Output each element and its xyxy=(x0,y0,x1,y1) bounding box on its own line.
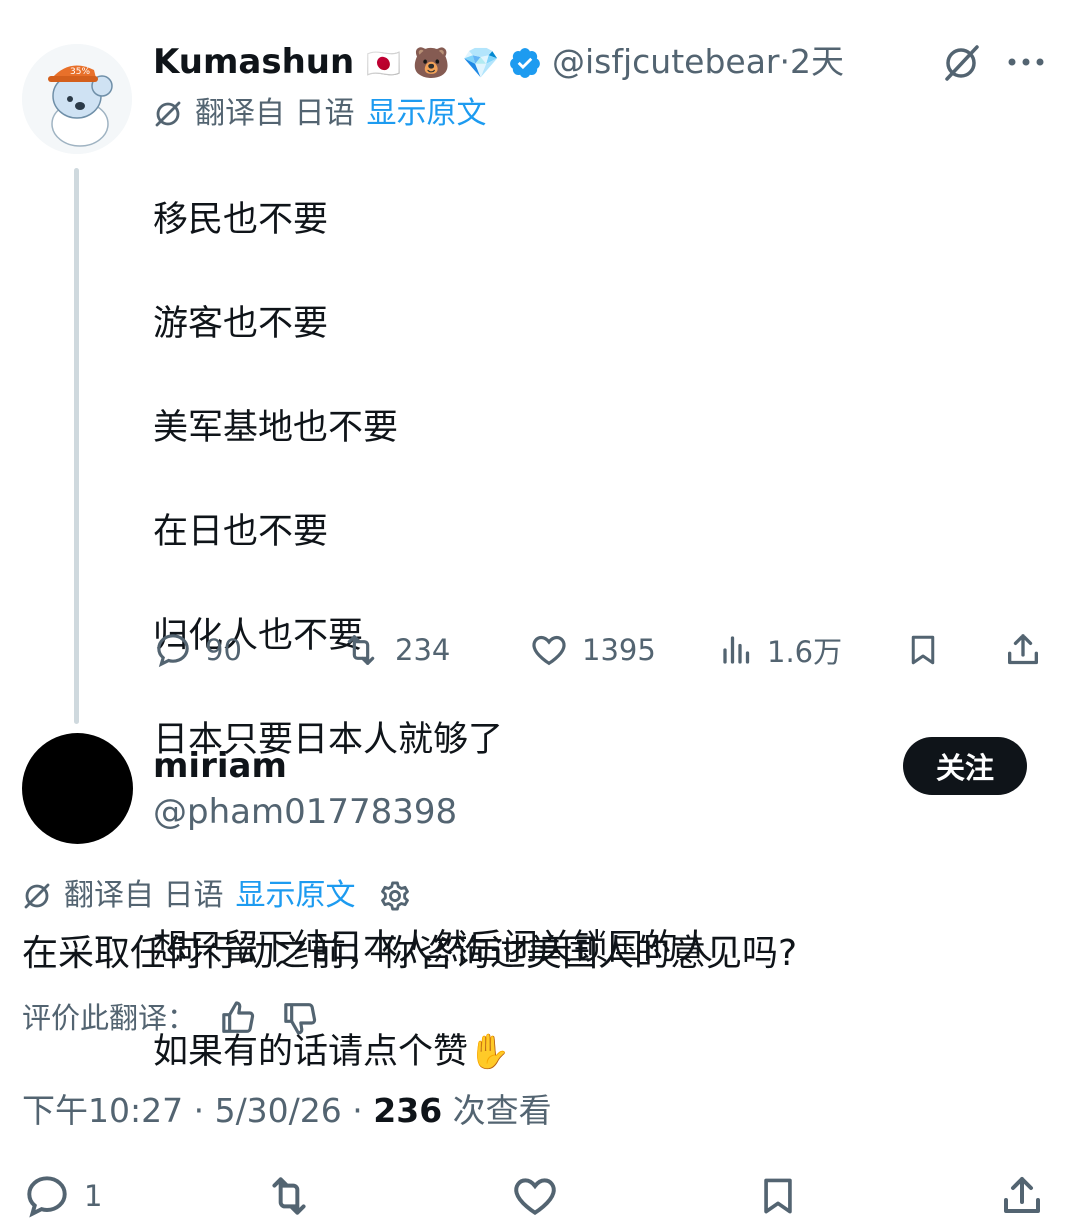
views-button[interactable]: 1.6万 xyxy=(719,622,842,678)
reply-actions: 1 xyxy=(0,1168,1070,1228)
share-button[interactable] xyxy=(1003,622,1043,678)
reply-icon xyxy=(157,634,189,668)
retweet-icon xyxy=(347,635,375,665)
settings-gear-icon[interactable] xyxy=(378,879,412,913)
reply-author-handle[interactable]: @pham01778398 xyxy=(153,790,457,834)
reply-icon xyxy=(27,1176,67,1218)
translate-icon xyxy=(22,881,52,911)
share-icon xyxy=(1004,1177,1040,1213)
thumbs-up-icon[interactable] xyxy=(218,998,258,1038)
show-original-link[interactable]: 显示原文 xyxy=(367,94,487,134)
bear-emoji-icon: 🐻 xyxy=(412,45,451,81)
reply-bookmark-button[interactable] xyxy=(756,1168,800,1224)
reply-views-label: 次查看 xyxy=(442,1091,552,1130)
bear-avatar-icon: 35% xyxy=(22,44,132,154)
reply-count: 90 xyxy=(205,633,242,667)
translation-notice: 翻译自 日语 显示原文 xyxy=(153,94,487,134)
bookmark-button[interactable] xyxy=(905,622,941,678)
reply-button[interactable]: 90 xyxy=(153,622,242,678)
author-name[interactable]: Kumashun xyxy=(153,42,354,82)
gem-emoji-icon: 💎 xyxy=(461,45,500,81)
translated-from-label: 翻译自 日语 xyxy=(195,96,355,131)
svg-text:35%: 35% xyxy=(70,67,90,77)
share-icon xyxy=(1008,634,1038,665)
reply-author-avatar[interactable] xyxy=(22,733,133,844)
reply-share-button[interactable] xyxy=(998,1168,1046,1224)
reply-text: 在采取任何行动之前，你咨询过美国人的意见吗? xyxy=(22,933,798,974)
reply-reply-button[interactable]: 1 xyxy=(22,1168,102,1224)
reply-translation-notice: 翻译自 日语 显示原文 xyxy=(22,876,412,916)
tweet-line: 移民也不要 xyxy=(153,200,329,240)
reply-author-name[interactable]: miriam xyxy=(153,744,287,788)
rate-translation: 评价此翻译： xyxy=(22,996,320,1040)
author-name-row[interactable]: Kumashun 🇯🇵 🐻 💎 xyxy=(153,40,499,86)
verified-badge-icon xyxy=(508,46,542,80)
more-options-icon[interactable] xyxy=(1006,56,1046,68)
retweet-count: 234 xyxy=(395,633,451,667)
thread-connector xyxy=(74,168,79,724)
tweet-actions: 90 234 1395 1.6万 xyxy=(153,622,1053,678)
view-count: 1.6万 xyxy=(767,635,843,669)
retweet-icon xyxy=(272,1177,306,1215)
bookmark-icon xyxy=(911,635,935,665)
show-original-link[interactable]: 显示原文 xyxy=(236,876,356,916)
japan-flag-icon: 🇯🇵 xyxy=(366,46,401,80)
like-count: 1395 xyxy=(582,633,656,667)
author-handle-row[interactable]: @isfjcutebear·2天 xyxy=(552,40,844,84)
raised-hand-icon: ✋ xyxy=(468,1032,511,1072)
views-chart-icon xyxy=(723,636,750,664)
heart-icon xyxy=(514,1178,556,1215)
thumbs-down-icon[interactable] xyxy=(280,998,320,1038)
grok-icon[interactable] xyxy=(940,42,982,84)
reply-timestamp[interactable]: 下午10:27 · 5/30/26 · xyxy=(22,1091,373,1130)
retweet-button[interactable]: 234 xyxy=(339,622,450,678)
rate-translation-label: 评价此翻译： xyxy=(22,1001,197,1035)
heart-icon xyxy=(532,635,566,666)
reply-retweet-button[interactable] xyxy=(262,1168,316,1224)
reply-reply-count: 1 xyxy=(84,1179,103,1213)
tweet-line: 在日也不要 xyxy=(153,512,329,552)
reply-meta: 下午10:27 · 5/30/26 · 236 次查看 xyxy=(22,1088,552,1134)
translate-icon xyxy=(153,99,183,129)
time-separator: · xyxy=(779,42,791,81)
tweet-line: 游客也不要 xyxy=(153,304,329,344)
tweet-line: 美军基地也不要 xyxy=(153,408,399,448)
follow-button[interactable]: 关注 xyxy=(903,737,1027,795)
author-avatar[interactable]: 35% xyxy=(22,44,132,154)
translated-from-label: 翻译自 日语 xyxy=(64,878,224,913)
reply-view-count: 236 xyxy=(373,1091,443,1130)
reply-like-button[interactable] xyxy=(510,1168,560,1224)
tweet-time: 2天 xyxy=(790,42,844,81)
like-button[interactable]: 1395 xyxy=(528,622,656,678)
author-handle: @isfjcutebear xyxy=(552,42,780,81)
bookmark-icon xyxy=(764,1178,792,1214)
